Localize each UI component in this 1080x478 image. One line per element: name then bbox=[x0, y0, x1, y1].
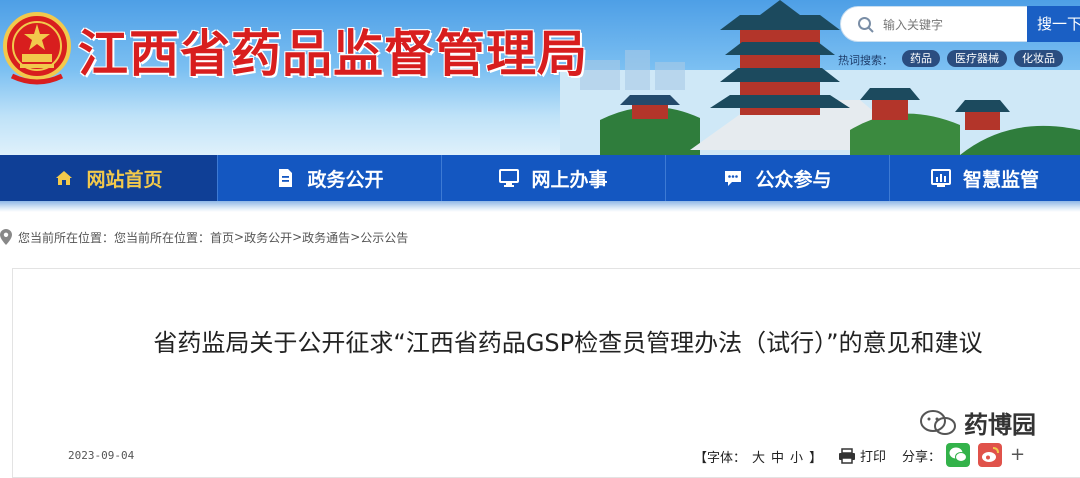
breadcrumb-announcements[interactable]: 公示公告 bbox=[360, 229, 408, 246]
breadcrumb-separator: > bbox=[292, 230, 303, 244]
publish-date: 2023-09-04 bbox=[68, 449, 135, 462]
wechat-icon bbox=[949, 447, 967, 462]
share-wechat-button[interactable] bbox=[946, 443, 970, 467]
main-nav: 网站首页 政务公开 网上办事 公众参与 智慧监管 bbox=[0, 155, 1080, 201]
article-title: 省药监局关于公开征求“江西省药品GSP检查员管理办法（试行）”的意见和建议 bbox=[153, 329, 983, 357]
nav-item-government-affairs[interactable]: 政务公开 bbox=[218, 155, 442, 201]
font-size-medium[interactable]: 中 bbox=[771, 447, 784, 466]
breadcrumb-notices[interactable]: 政务通告 bbox=[302, 229, 350, 246]
nav-shadow bbox=[0, 201, 1080, 212]
breadcrumb-prefix: 您当前所在位置：您当前所在位置： bbox=[18, 230, 211, 245]
nav-item-public-participation[interactable]: 公众参与 bbox=[666, 155, 890, 201]
weibo-icon bbox=[982, 447, 999, 462]
search-icon bbox=[858, 17, 874, 33]
document-icon bbox=[279, 169, 293, 187]
nav-item-label: 网站首页 bbox=[86, 168, 163, 191]
print-button[interactable]: 打印 bbox=[838, 446, 886, 465]
chat-icon bbox=[725, 171, 742, 186]
breadcrumb-home[interactable]: 首页 bbox=[210, 229, 234, 246]
home-icon bbox=[56, 171, 73, 185]
search-field bbox=[840, 6, 1030, 42]
nav-item-online-services[interactable]: 网上办事 bbox=[442, 155, 666, 201]
hot-tag-medical-devices[interactable]: 医疗器械 bbox=[947, 50, 1007, 67]
site-header: 江西省药品监督管理局 搜一下 热词搜索： 药品 医疗器械 化妆品 bbox=[0, 0, 1080, 155]
share-weibo-button[interactable] bbox=[978, 443, 1002, 467]
chart-icon bbox=[930, 169, 951, 187]
font-size-label: 【字体： bbox=[694, 451, 747, 466]
font-size-control: 【字体： 大 中 小 】 bbox=[694, 447, 822, 466]
national-emblem-icon bbox=[3, 12, 71, 85]
search-input[interactable] bbox=[883, 13, 1023, 37]
breadcrumb-separator: > bbox=[234, 230, 245, 244]
search-button[interactable]: 搜一下 bbox=[1027, 6, 1080, 42]
font-size-close: 】 bbox=[809, 451, 823, 466]
nav-item-label: 政务公开 bbox=[307, 168, 384, 191]
breadcrumb: 您当前所在位置：您当前所在位置： 首页 > 政务公开 > 政务通告 > 公示公告 bbox=[0, 226, 408, 248]
breadcrumb-government-affairs[interactable]: 政务公开 bbox=[244, 229, 292, 246]
nav-item-home[interactable]: 网站首页 bbox=[0, 155, 218, 201]
wechat-watermark-icon bbox=[920, 409, 956, 435]
search-box: 搜一下 bbox=[840, 6, 1080, 42]
hot-tag-drugs[interactable]: 药品 bbox=[902, 50, 940, 67]
watermark: 药博园 bbox=[918, 405, 1036, 440]
nav-item-smart-supervision[interactable]: 智慧监管 bbox=[890, 155, 1080, 201]
print-label: 打印 bbox=[860, 450, 887, 465]
hot-search-label: 热词搜索： bbox=[838, 54, 893, 67]
hot-search-tags: 药品 医疗器械 化妆品 bbox=[902, 50, 1063, 67]
nav-item-label: 智慧监管 bbox=[962, 168, 1039, 191]
breadcrumb-separator: > bbox=[350, 230, 361, 244]
share-more-button[interactable]: + bbox=[1010, 444, 1025, 465]
font-size-small[interactable]: 小 bbox=[790, 447, 803, 466]
printer-icon bbox=[839, 447, 855, 464]
share-label: 分享： bbox=[902, 450, 942, 465]
font-size-large[interactable]: 大 bbox=[752, 447, 765, 466]
nav-item-label: 公众参与 bbox=[755, 168, 832, 191]
watermark-text: 药博园 bbox=[964, 411, 1036, 439]
hot-tag-cosmetics[interactable]: 化妆品 bbox=[1014, 50, 1063, 67]
monitor-icon bbox=[499, 169, 520, 187]
nav-item-label: 网上办事 bbox=[531, 168, 608, 191]
location-pin-icon bbox=[0, 229, 12, 245]
site-title: 江西省药品监督管理局 bbox=[78, 24, 588, 83]
